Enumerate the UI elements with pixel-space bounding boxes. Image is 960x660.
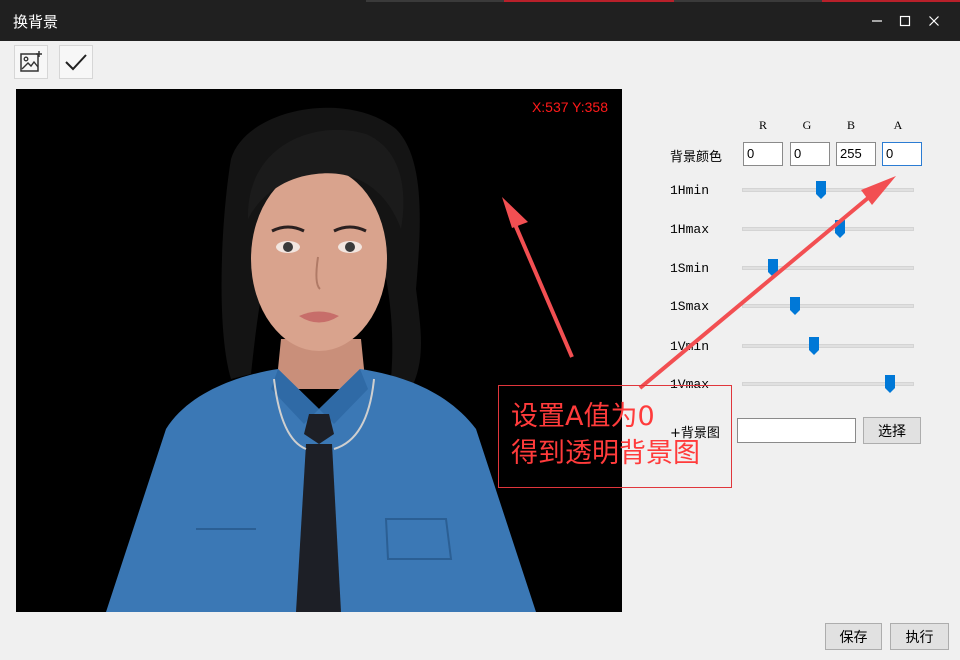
save-button[interactable]: 保存 — [825, 623, 882, 650]
add-image-icon — [20, 51, 42, 72]
slider-label: 1Smin — [670, 261, 710, 276]
slider-label: 1Vmin — [670, 339, 710, 354]
confirm-button[interactable] — [59, 45, 93, 79]
annotation-line-1: 设置A值为0 — [511, 401, 655, 432]
g-input[interactable]: 0 — [790, 142, 830, 166]
slider-thumb[interactable] — [808, 336, 820, 356]
close-button[interactable] — [921, 8, 947, 34]
bg-color-label: 背景颜色 — [670, 150, 723, 165]
execute-button[interactable]: 执行 — [890, 623, 949, 650]
column-header-g: G — [802, 118, 812, 132]
slider-thumb[interactable] — [767, 258, 779, 278]
coordinate-readout: X:537 Y:358 — [531, 99, 608, 115]
slider-track[interactable] — [742, 304, 914, 308]
slider-track[interactable] — [742, 344, 914, 348]
annotation-line-2: 得到透明背景图 — [511, 438, 700, 469]
minimize-icon — [872, 20, 882, 22]
title-bar-accent-line — [822, 0, 960, 2]
title-bar[interactable]: 换背景 — [0, 0, 960, 41]
slider-thumb[interactable] — [834, 219, 846, 239]
add-image-button[interactable] — [14, 45, 48, 79]
minimize-button[interactable] — [864, 8, 890, 34]
slider-thumb[interactable] — [815, 180, 827, 200]
slider-thumb[interactable] — [884, 374, 896, 394]
annotation-callout: 设置A值为0 得到透明背景图 — [498, 385, 732, 488]
column-header-a: A — [893, 118, 903, 132]
close-icon — [929, 16, 939, 26]
slider-thumb[interactable] — [789, 296, 801, 316]
slider-label: 1Hmin — [670, 183, 710, 198]
column-header-b: B — [846, 118, 855, 132]
image-canvas[interactable]: X:537 Y:358 — [16, 89, 622, 612]
slider-label: 1Hmax — [670, 222, 710, 237]
bg-image-path-input[interactable] — [737, 418, 856, 443]
choose-button[interactable]: 选择 — [863, 417, 921, 444]
title-bar-accent-line — [504, 0, 674, 2]
b-input[interactable]: 255 — [836, 142, 876, 166]
maximize-button[interactable] — [892, 8, 918, 34]
column-header-r: R — [758, 118, 767, 132]
window-title: 换背景 — [13, 13, 59, 31]
maximize-icon — [899, 15, 911, 27]
a-input[interactable]: 0 — [882, 142, 922, 166]
slider-label: 1Smax — [670, 299, 710, 314]
checkmark-icon — [65, 54, 87, 71]
slider-track[interactable] — [742, 227, 914, 231]
slider-track[interactable] — [742, 188, 914, 192]
r-input[interactable]: 0 — [743, 142, 783, 166]
portrait-image — [106, 107, 536, 612]
